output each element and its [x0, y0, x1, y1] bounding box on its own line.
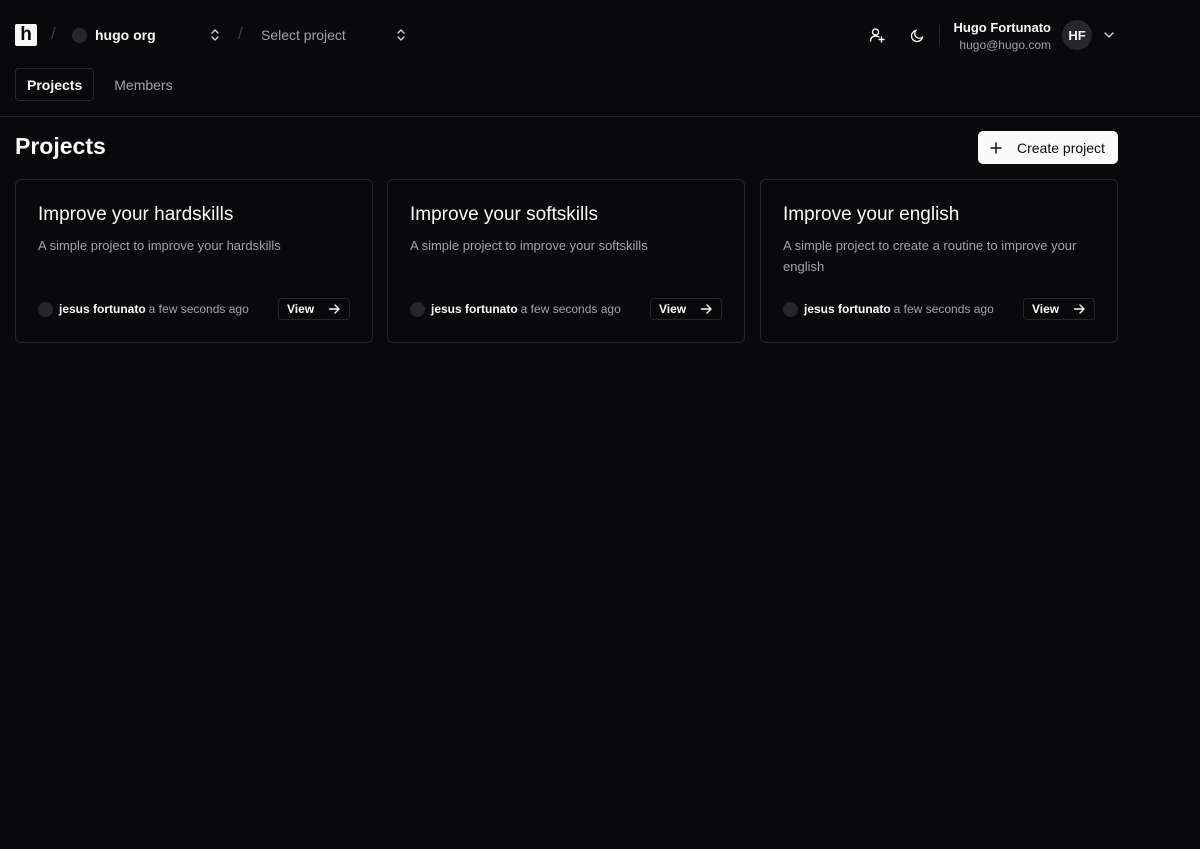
author-name: jesus fortunato — [59, 302, 146, 316]
invite-member-button[interactable] — [866, 24, 888, 46]
top-navigation-bar: h / hugo org / Select project Hugo Fortu… — [0, 0, 1200, 70]
project-card: Improve your hardskills A simple project… — [15, 179, 373, 343]
header-divider — [939, 25, 940, 45]
create-project-label: Create project — [1017, 139, 1105, 156]
project-title: Improve your hardskills — [38, 204, 234, 225]
view-project-button[interactable]: View — [278, 298, 350, 320]
project-meta: jesus fortunato a few seconds ago — [38, 299, 249, 319]
user-name: Hugo Fortunato — [953, 20, 1051, 35]
project-description: A simple project to improve your softski… — [410, 238, 648, 253]
user-email: hugo@hugo.com — [959, 38, 1051, 52]
plus-icon — [990, 141, 1002, 154]
arrow-right-icon — [328, 304, 340, 314]
chevron-up-down-icon — [211, 29, 219, 41]
chevron-up-down-icon — [397, 29, 405, 41]
moon-icon — [910, 29, 923, 42]
arrow-right-icon — [1073, 304, 1085, 314]
project-switcher-placeholder: Select project — [261, 27, 346, 43]
project-description: A simple project to improve your hardski… — [38, 238, 281, 253]
created-time: a few seconds ago — [520, 302, 621, 316]
logo-icon[interactable]: h — [15, 24, 37, 46]
header-divider — [0, 116, 1200, 117]
project-description: A simple project to create a routine to … — [783, 238, 1077, 274]
author-name: jesus fortunato — [804, 302, 891, 316]
author-avatar — [410, 301, 425, 317]
view-project-button[interactable]: View — [650, 298, 722, 320]
view-project-button[interactable]: View — [1023, 298, 1095, 320]
author-name: jesus fortunato — [431, 302, 518, 316]
project-card: Improve your softskills A simple project… — [387, 179, 745, 343]
tab-members[interactable]: Members — [102, 68, 184, 101]
created-time: a few seconds ago — [893, 302, 994, 316]
avatar[interactable]: HF — [1062, 20, 1092, 50]
author-avatar — [38, 301, 53, 317]
tab-projects[interactable]: Projects — [15, 68, 95, 101]
project-meta: jesus fortunato a few seconds ago — [783, 299, 994, 319]
project-switcher[interactable]: Select project — [258, 22, 410, 48]
project-meta: jesus fortunato a few seconds ago — [410, 299, 621, 319]
section-tabs: Projects Members — [15, 68, 193, 101]
org-name: hugo org — [95, 27, 156, 43]
project-title: Improve your softskills — [410, 204, 598, 225]
org-switcher[interactable]: hugo org — [72, 22, 224, 48]
theme-toggle-button[interactable] — [906, 24, 928, 46]
view-label: View — [1032, 302, 1060, 316]
arrow-right-icon — [700, 304, 712, 314]
author-avatar — [783, 301, 798, 317]
project-title: Improve your english — [783, 204, 960, 225]
create-project-button[interactable]: Create project — [978, 131, 1118, 164]
org-avatar — [72, 27, 87, 43]
add-user-icon — [869, 28, 885, 43]
chevron-down-icon[interactable] — [1102, 29, 1116, 41]
page-title: Projects — [15, 133, 106, 159]
breadcrumb-separator: / — [238, 24, 243, 43]
breadcrumb-separator: / — [51, 24, 56, 43]
created-time: a few seconds ago — [148, 302, 249, 316]
view-label: View — [287, 302, 315, 316]
user-info: Hugo Fortunato hugo@hugo.com — [954, 20, 1051, 53]
project-card: Improve your english A simple project to… — [760, 179, 1118, 343]
view-label: View — [659, 302, 687, 316]
